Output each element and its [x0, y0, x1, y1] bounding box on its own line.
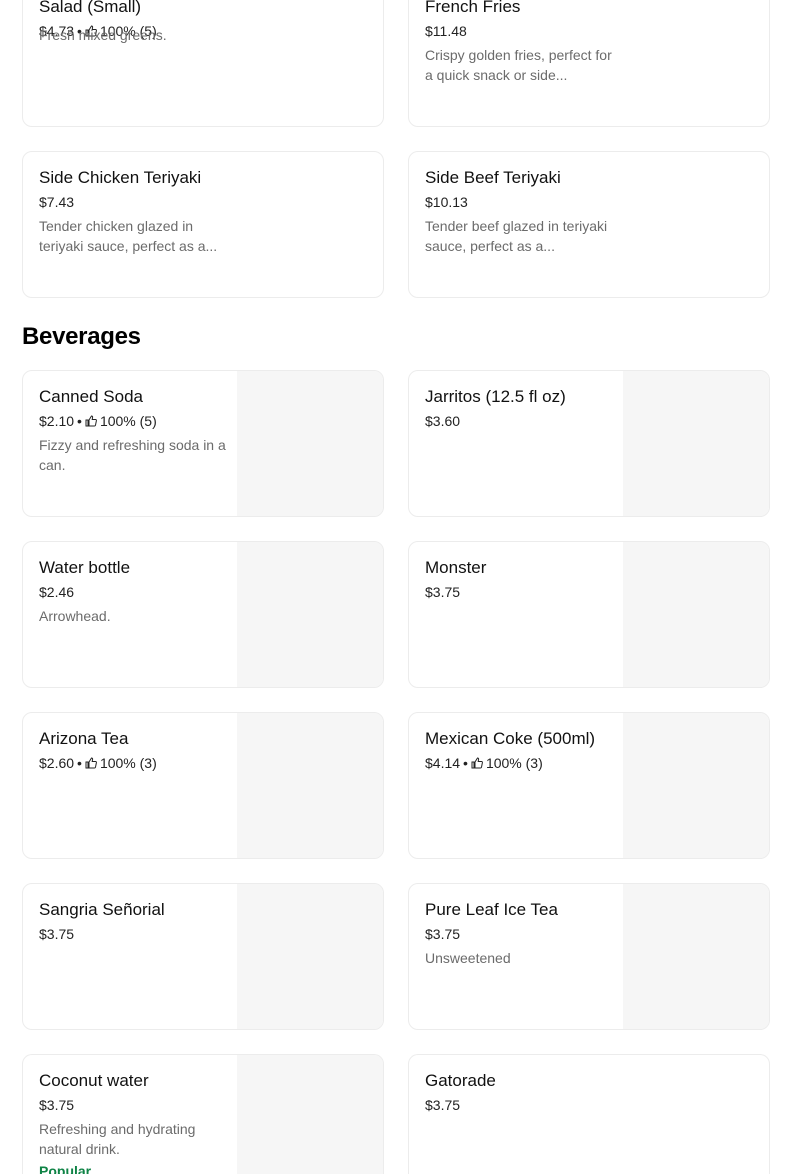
menu-item-card[interactable]: Side Chicken Teriyaki $7.43 Tender chick… [22, 151, 384, 298]
item-meta: $4.14 • 100% (3) [425, 754, 543, 772]
item-meta: $3.75 [425, 925, 460, 943]
separator: • [77, 413, 82, 429]
item-name: Water bottle [39, 558, 131, 577]
item-meta: $3.75 [425, 1096, 460, 1114]
item-price: $10.13 [425, 194, 468, 210]
item-name: Salad (Small) [39, 0, 142, 16]
menu-item-card[interactable]: Canned Soda $2.10 • 100% (5) Fizzy and r… [22, 370, 384, 517]
item-description: Crispy golden fries, perfect for a quick… [425, 47, 612, 83]
menu-item-card[interactable]: Side Beef Teriyaki $10.13 Tender beef gl… [408, 151, 770, 298]
menu-item-card[interactable]: Water bottle $2.46 Arrowhead. [22, 541, 384, 688]
item-name: Side Beef Teriyaki [425, 168, 561, 187]
item-description: Refreshing and hydrating natural drink. [39, 1121, 196, 1157]
item-price: $2.46 [39, 584, 75, 600]
item-meta: $3.75 [39, 925, 74, 943]
menu-item-card[interactable]: Salad (Small) $4.73 • 100% (5) Fresh mix… [22, 0, 384, 127]
item-name: Canned Soda [39, 387, 143, 406]
item-name: Sangria Señorial [39, 900, 165, 919]
menu-item-card[interactable]: Coconut water $3.75 Refreshing and hydra… [22, 1054, 384, 1174]
item-description: Fizzy and refreshing soda in a can. [39, 437, 226, 473]
item-meta: $2.10 • 100% (5) [39, 412, 157, 430]
menu-item-card[interactable]: Arizona Tea $2.60 • 100% (3) [22, 712, 384, 859]
item-name: Side Chicken Teriyaki [39, 168, 202, 187]
item-name: Gatorade [425, 1071, 496, 1090]
item-image-placeholder [237, 542, 383, 687]
thumbs-up-icon [471, 757, 483, 769]
item-description: Tender chicken glazed in teriyaki sauce,… [39, 218, 218, 254]
item-image-placeholder [623, 884, 769, 1029]
item-image-placeholder [237, 1055, 383, 1174]
item-image-placeholder [623, 371, 769, 516]
item-rating: 100% (5) [99, 413, 157, 429]
thumbs-up-icon [85, 757, 97, 769]
item-description: Unsweetened [425, 950, 511, 966]
item-rating: 100% (3) [485, 755, 543, 771]
item-meta: $11.48 [425, 22, 467, 40]
menu-item-card[interactable]: Jarritos (12.5 fl oz) $3.60 [408, 370, 770, 517]
item-image-placeholder [623, 542, 769, 687]
item-name: Pure Leaf Ice Tea [425, 900, 558, 919]
item-description: Fresh mixed greens. [39, 27, 167, 43]
item-description: Tender beef glazed in teriyaki sauce, pe… [425, 218, 608, 254]
item-price: $3.75 [39, 926, 75, 942]
item-name: Jarritos (12.5 fl oz) [425, 387, 566, 406]
item-name: French Fries [425, 0, 521, 16]
item-price: $3.75 [425, 926, 461, 942]
item-price: $11.48 [425, 23, 467, 39]
thumbs-up-icon [85, 415, 97, 427]
item-price: $4.14 [425, 755, 461, 771]
item-image-placeholder [623, 713, 769, 858]
item-meta: $3.60 [425, 412, 460, 430]
section-title-beverages: Beverages [22, 323, 141, 350]
item-image-placeholder [237, 884, 383, 1029]
item-name: Monster [425, 558, 487, 577]
item-image-placeholder [237, 713, 383, 858]
item-meta: $7.43 [39, 193, 74, 211]
separator: • [463, 755, 468, 771]
menu-item-card[interactable]: Gatorade $3.75 [408, 1054, 770, 1174]
item-meta: $3.75 [39, 1096, 74, 1114]
item-price: $7.43 [39, 194, 75, 210]
separator: • [77, 755, 82, 771]
item-price: $2.10 [39, 413, 75, 429]
menu-item-card[interactable]: Pure Leaf Ice Tea $3.75 Unsweetened [408, 883, 770, 1030]
item-meta: $2.46 [39, 583, 74, 601]
item-name: Coconut water [39, 1071, 149, 1090]
popular-badge: Popular [39, 1163, 92, 1174]
item-meta: $2.60 • 100% (3) [39, 754, 157, 772]
item-description: Arrowhead. [39, 608, 111, 624]
item-price: $3.75 [425, 1097, 461, 1113]
menu-item-card[interactable]: Sangria Señorial $3.75 [22, 883, 384, 1030]
item-image-placeholder [237, 371, 383, 516]
menu-item-card[interactable]: Mexican Coke (500ml) $4.14 • 100% (3) [408, 712, 770, 859]
item-meta: $10.13 [425, 193, 468, 211]
item-price: $3.60 [425, 413, 461, 429]
item-name: Mexican Coke (500ml) [425, 729, 596, 748]
menu-item-card[interactable]: French Fries $11.48 Crispy golden fries,… [408, 0, 770, 127]
item-price: $3.75 [39, 1097, 75, 1113]
item-rating: 100% (3) [99, 755, 157, 771]
item-price: $3.75 [425, 584, 461, 600]
menu-item-card[interactable]: Monster $3.75 [408, 541, 770, 688]
item-price: $2.60 [39, 755, 75, 771]
item-meta: $3.75 [425, 583, 460, 601]
item-name: Arizona Tea [39, 729, 129, 748]
